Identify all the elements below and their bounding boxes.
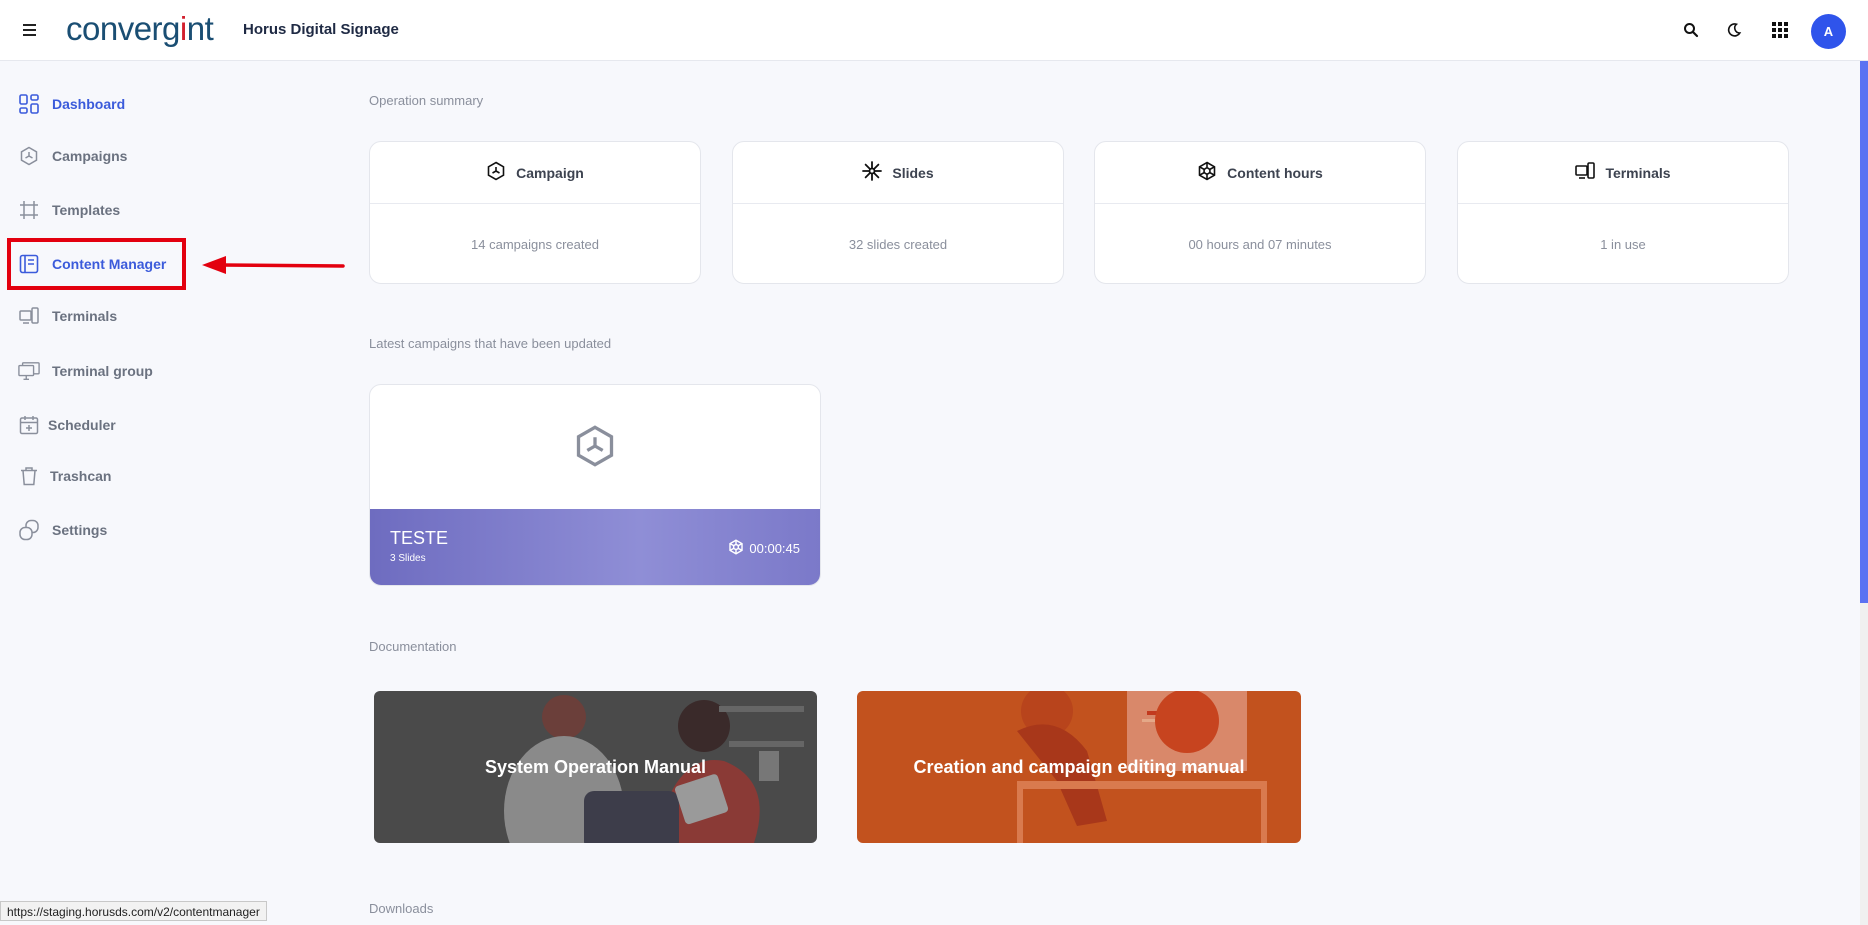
stat-card-terminals: Terminals 1 in use bbox=[1457, 141, 1789, 284]
trash-icon bbox=[18, 465, 40, 487]
vertical-scrollbar[interactable] bbox=[1860, 61, 1868, 925]
stat-value: 14 campaigns created bbox=[471, 236, 599, 252]
asterisk-icon bbox=[862, 161, 883, 184]
campaign-card-footer: TESTE 3 Slides 00:00:45 bbox=[370, 509, 820, 585]
sidebar-item-label: Settings bbox=[52, 522, 108, 538]
calendar-plus-icon bbox=[18, 414, 40, 436]
apps-grid-icon[interactable] bbox=[1768, 18, 1792, 42]
doc-title: System Operation Manual bbox=[484, 756, 707, 777]
sidebar-item-label: Trashcan bbox=[50, 468, 112, 484]
stat-title: Terminals bbox=[1605, 164, 1671, 181]
sidebar-item-label: Terminals bbox=[52, 308, 118, 324]
stat-value: 00 hours and 07 minutes bbox=[1188, 236, 1332, 252]
documentation-label: Documentation bbox=[369, 639, 457, 654]
stat-title: Slides bbox=[892, 164, 934, 181]
sidebar-item-dashboard[interactable]: Dashboard bbox=[18, 89, 125, 119]
campaign-card[interactable]: TESTE 3 Slides 00:00:45 bbox=[369, 384, 821, 586]
sidebar-item-label: Templates bbox=[52, 202, 121, 218]
scrollbar-thumb[interactable] bbox=[1860, 61, 1868, 603]
clock-flower-icon bbox=[728, 539, 744, 558]
campaign-hex-icon bbox=[573, 424, 617, 473]
app-title: Horus Digital Signage bbox=[243, 21, 399, 38]
doc-title: Creation and campaign editing manual bbox=[913, 756, 1245, 777]
stat-card-slides: Slides 32 slides created bbox=[732, 141, 1064, 284]
sidebar-item-settings[interactable]: Settings bbox=[18, 515, 107, 545]
dashboard-icon bbox=[18, 93, 40, 115]
sidebar-item-label: Campaigns bbox=[52, 148, 128, 164]
status-bar-url: https://staging.horusds.com/v2/contentma… bbox=[0, 901, 267, 921]
campaign-name: TESTE bbox=[390, 528, 449, 548]
latest-campaigns-label: Latest campaigns that have been updated bbox=[369, 336, 612, 351]
stat-card-content-hours: Content hours 00 hours and 07 minutes bbox=[1094, 141, 1426, 284]
sidebar-item-templates[interactable]: Templates bbox=[18, 195, 120, 225]
stat-value: 32 slides created bbox=[848, 236, 948, 252]
sidebar-item-terminal-group[interactable]: Terminal group bbox=[18, 356, 153, 386]
stat-title: Campaign bbox=[516, 164, 584, 181]
sidebar-item-label: Terminal group bbox=[52, 363, 153, 379]
sidebar-item-campaigns[interactable]: Campaigns bbox=[18, 141, 127, 171]
highlight-box bbox=[7, 238, 186, 290]
sidebar-item-label: Dashboard bbox=[52, 96, 126, 112]
operation-summary-label: Operation summary bbox=[369, 93, 484, 108]
doc-card-campaign-editing-manual[interactable]: Creation and campaign editing manual bbox=[857, 691, 1301, 843]
campaign-slide-count: 3 Slides bbox=[390, 553, 426, 564]
stat-title: Content hours bbox=[1227, 164, 1323, 181]
crop-frame-icon bbox=[18, 199, 40, 221]
stat-card-campaign: Campaign 14 campaigns created bbox=[369, 141, 701, 284]
user-avatar[interactable]: A bbox=[1811, 14, 1846, 49]
sidebar-item-label: Scheduler bbox=[48, 417, 116, 433]
campaign-hex-icon bbox=[18, 145, 40, 167]
sidebar-item-trashcan[interactable]: Trashcan bbox=[18, 461, 111, 491]
devices-icon bbox=[1575, 161, 1596, 184]
search-icon[interactable] bbox=[1679, 18, 1703, 42]
campaign-duration: 00:00:45 bbox=[728, 539, 800, 558]
top-header: convergint Horus Digital Signage A bbox=[0, 0, 1868, 61]
moon-icon[interactable] bbox=[1722, 18, 1746, 42]
hamburger-menu-icon[interactable] bbox=[20, 18, 40, 42]
clock-flower-icon bbox=[1197, 161, 1217, 184]
convergint-logo[interactable]: convergint bbox=[66, 10, 214, 48]
layers-icon bbox=[18, 519, 40, 541]
devices-icon bbox=[18, 305, 40, 327]
monitors-icon bbox=[18, 360, 40, 382]
red-arrow-icon bbox=[202, 256, 345, 274]
sidebar-item-scheduler[interactable]: Scheduler bbox=[18, 410, 116, 440]
sidebar: Dashboard Campaigns Templates Content Ma… bbox=[0, 61, 300, 925]
stat-value: 1 in use bbox=[1600, 236, 1646, 252]
campaign-hex-icon bbox=[486, 161, 506, 184]
sidebar-item-terminals[interactable]: Terminals bbox=[18, 301, 117, 331]
doc-card-system-operation-manual[interactable]: System Operation Manual bbox=[374, 691, 817, 843]
downloads-label: Downloads bbox=[369, 901, 434, 916]
